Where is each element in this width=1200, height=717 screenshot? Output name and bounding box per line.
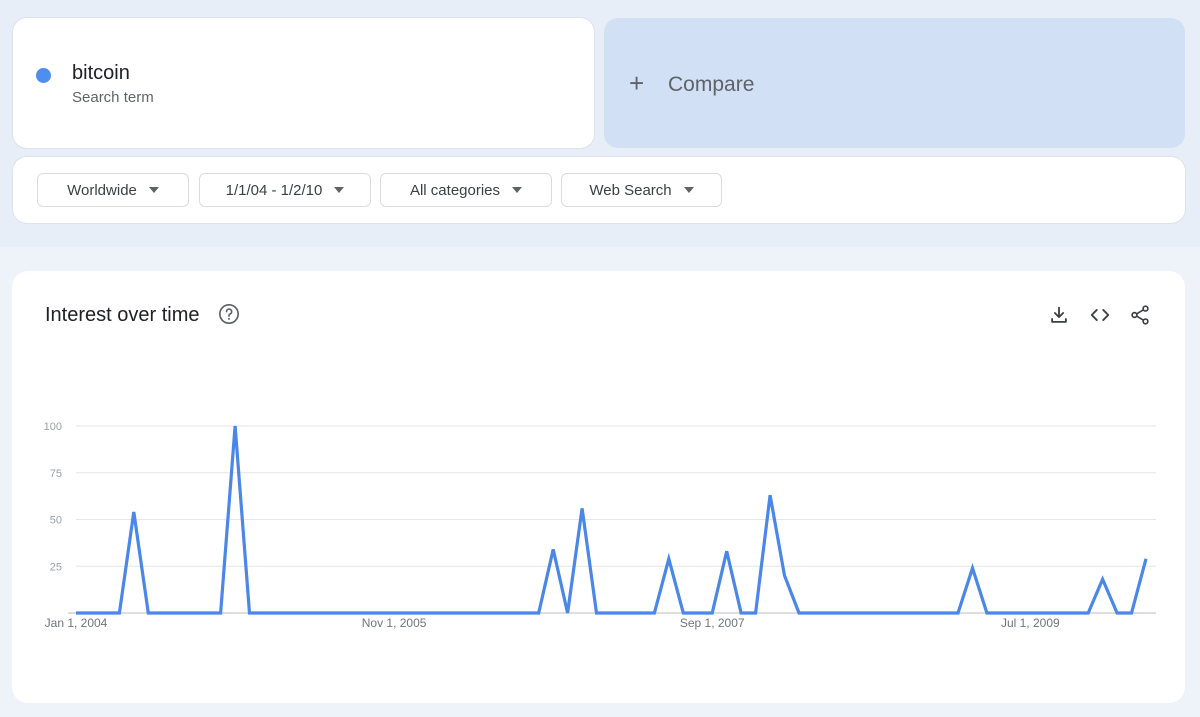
y-tick-label: 25 [50,561,62,573]
date-range-filter-label: 1/1/04 - 1/2/10 [225,181,323,199]
x-tick-label: Sep 1, 2007 [680,616,745,630]
region-filter-dropdown[interactable]: Worldwide [37,173,189,207]
category-filter-dropdown[interactable]: All categories [380,173,552,207]
category-filter-label: All categories [409,181,501,199]
filter-bar: Worldwide 1/1/04 - 1/2/10 All categories… [13,157,1185,223]
compare-button[interactable]: + Compare [604,18,1185,148]
interest-over-time-card: Interest over time 100 75 50 25 Jan 1, 2004… [12,271,1185,703]
caret-down-icon [512,187,523,193]
search-term-name[interactable]: bitcoin [72,62,130,85]
caret-down-icon [334,187,345,193]
date-range-filter-dropdown[interactable]: 1/1/04 - 1/2/10 [199,173,371,207]
region-filter-label: Worldwide [67,181,137,199]
chart-gridlines [68,425,1156,614]
caret-down-icon [683,187,694,193]
y-tick-label: 75 [50,468,62,480]
search-term-card[interactable]: bitcoin Search term [13,18,594,148]
chart-x-ticks: Jan 1, 2004 Nov 1, 2005 Sep 1, 2007 Jul 1, … [45,616,1060,630]
interest-over-time-chart: 100 75 50 25 Jan 1, 2004 Nov 1, 2005 Sep 1, 2… [44,421,1156,630]
x-tick-label: Jan 1, 2004 [45,616,108,630]
search-type-filter-label: Web Search [589,181,672,199]
y-tick-label: 100 [44,421,62,433]
series-color-dot [36,68,51,83]
x-tick-label: Nov 1, 2005 [362,616,427,630]
y-tick-label: 50 [50,515,62,527]
x-tick-label: Jul 1, 2009 [1001,616,1060,630]
search-type-filter-dropdown[interactable]: Web Search [561,173,722,207]
plus-icon: + [629,68,645,98]
chart-y-ticks: 100 75 50 25 [44,421,62,573]
compare-label: Compare [668,73,755,96]
search-term-subtitle: Search term [72,89,154,106]
caret-down-icon [148,187,159,193]
